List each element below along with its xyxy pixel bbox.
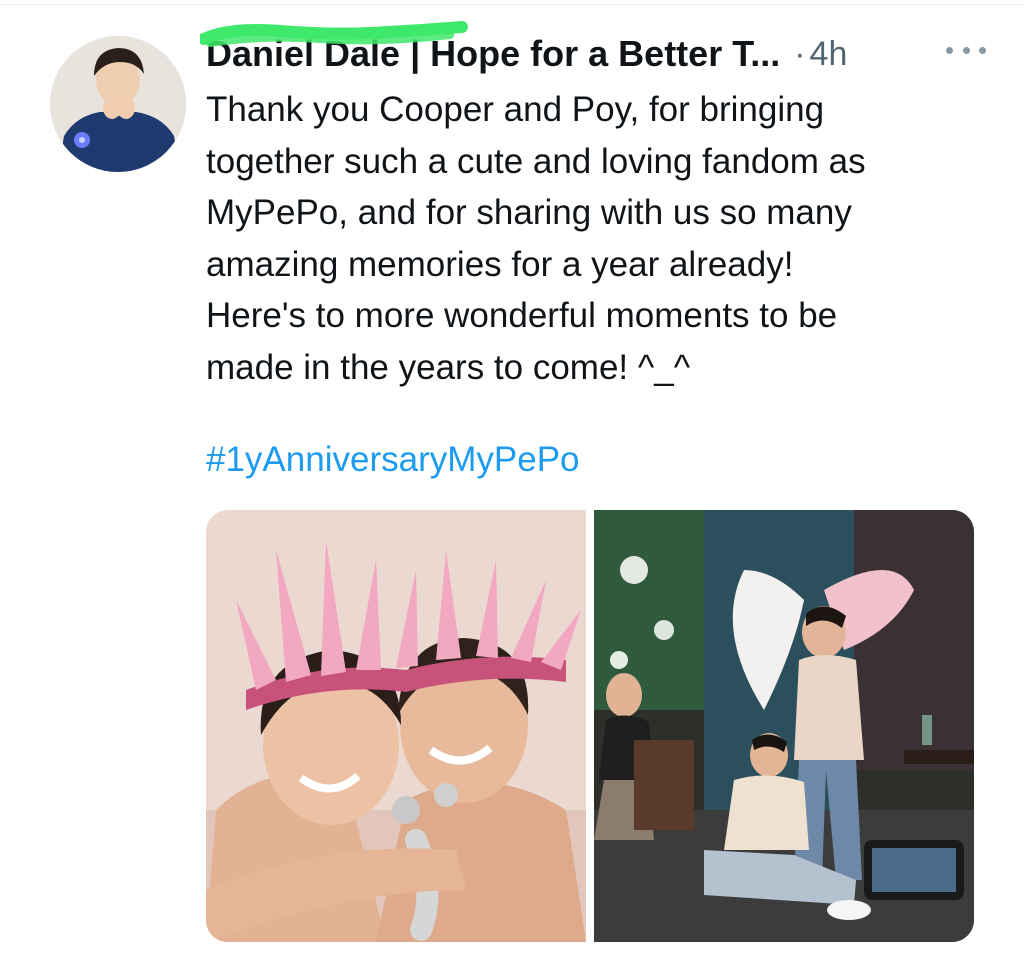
tweet-text-line: MyPePo, and for sharing with us so many [206,193,852,232]
photo-behind-the-scenes-angel-wings[interactable] [594,510,974,942]
tweet-text-line: together such a cute and loving fandom a… [206,141,866,181]
author-name-text[interactable]: Daniel Dale | Hope for a Better T... [206,33,780,74]
avatar[interactable] [50,36,186,172]
photo-couple-feather-crowns[interactable] [206,510,586,942]
tweet-text: Thank you Cooper and Poy, for bringing t… [206,84,996,393]
hashtag-link[interactable]: #1yAnniversaryMyPePo [206,440,580,480]
tweet-text-line: Thank you Cooper and Poy, for bringing [206,90,825,129]
author-name[interactable]: Daniel Dale | Hope for a Better T... [200,21,780,75]
media-grid [206,510,974,942]
separator-dot: · [794,34,806,73]
tweet-text-line: amazing memories for a year already! [206,244,794,284]
tweet-text-line: Here's to more wonderful moments to be [206,296,838,335]
more-horizontal-icon[interactable] [946,38,986,62]
tweet-header: Daniel Dale | Hope for a Better T... · 4… [200,21,986,78]
tweet-text-line: made in the years to come! ^_^ [206,347,691,387]
tweet-card[interactable]: Daniel Dale | Hope for a Better T... · 4… [0,0,1024,959]
timestamp[interactable]: 4h [810,35,848,74]
